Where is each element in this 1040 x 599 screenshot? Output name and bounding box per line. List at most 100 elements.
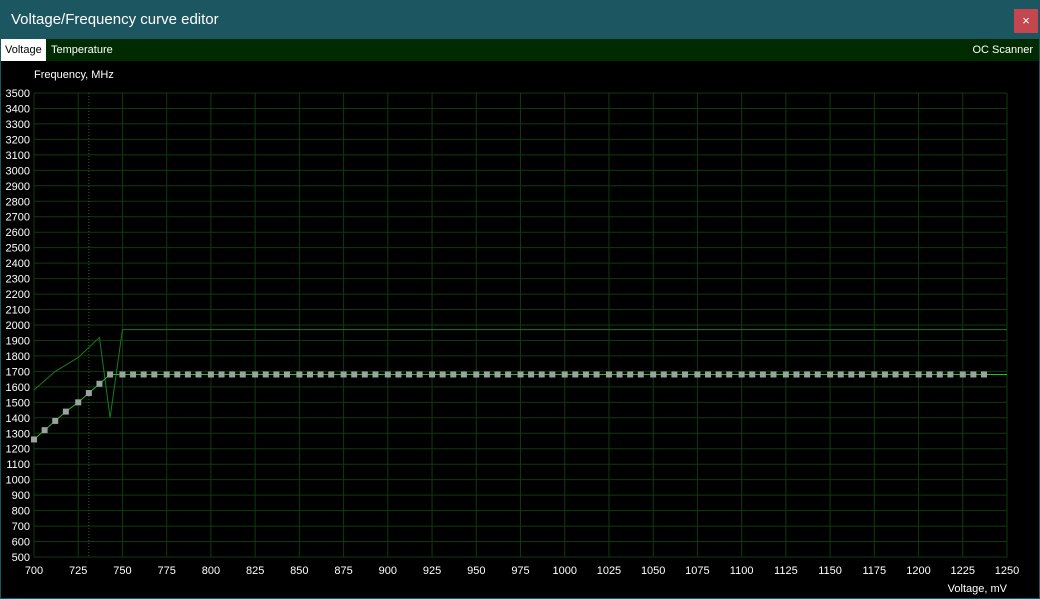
vf-curve-point[interactable] bbox=[793, 371, 800, 378]
vf-curve-point[interactable] bbox=[384, 371, 391, 378]
vf-curve-point[interactable] bbox=[637, 371, 644, 378]
oc-scanner-button[interactable]: OC Scanner bbox=[968, 39, 1037, 61]
vf-curve-point[interactable] bbox=[770, 371, 777, 378]
vf-curve-point[interactable] bbox=[749, 371, 756, 378]
vf-curve-point[interactable] bbox=[848, 371, 855, 378]
vf-curve-point[interactable] bbox=[627, 371, 634, 378]
vf-curve-point[interactable] bbox=[340, 371, 347, 378]
vf-curve-point[interactable] bbox=[494, 371, 501, 378]
vf-curve-point[interactable] bbox=[450, 371, 457, 378]
vf-curve-point[interactable] bbox=[682, 371, 689, 378]
vf-curve-point[interactable] bbox=[195, 371, 202, 378]
tab-temperature[interactable]: Temperature bbox=[47, 39, 117, 61]
vf-curve-editor-window: Voltage/Frequency curve editor × Voltage… bbox=[0, 0, 1040, 599]
vf-curve-point[interactable] bbox=[163, 371, 170, 378]
vf-curve-point[interactable] bbox=[140, 371, 147, 378]
vf-curve-point[interactable] bbox=[837, 371, 844, 378]
vf-curve-point[interactable] bbox=[915, 371, 922, 378]
vf-curve-point[interactable] bbox=[52, 417, 59, 424]
vf-curve-point[interactable] bbox=[416, 371, 423, 378]
vf-curve-point[interactable] bbox=[572, 371, 579, 378]
vf-curve-point[interactable] bbox=[351, 371, 358, 378]
vf-curve-point[interactable] bbox=[903, 371, 910, 378]
vf-curve-point[interactable] bbox=[218, 371, 225, 378]
vf-curve-point[interactable] bbox=[283, 371, 290, 378]
y-tick-label: 2700 bbox=[6, 212, 30, 224]
vf-curve-point[interactable] bbox=[252, 371, 259, 378]
vf-curve-point[interactable] bbox=[119, 371, 126, 378]
vf-curve-point[interactable] bbox=[881, 371, 888, 378]
vf-curve-point[interactable] bbox=[858, 371, 865, 378]
vf-curve-point[interactable] bbox=[759, 371, 766, 378]
vf-curve-point[interactable] bbox=[694, 371, 701, 378]
vf-curve-point[interactable] bbox=[483, 371, 490, 378]
vf-curve-point[interactable] bbox=[306, 371, 313, 378]
vf-curve-point[interactable] bbox=[538, 371, 545, 378]
vf-curve-point[interactable] bbox=[827, 371, 834, 378]
vf-curve-point[interactable] bbox=[549, 371, 556, 378]
vf-curve-point[interactable] bbox=[561, 371, 568, 378]
vf-curve-point[interactable] bbox=[31, 436, 37, 443]
tab-voltage[interactable]: Voltage bbox=[1, 39, 46, 61]
vf-curve-point[interactable] bbox=[892, 371, 899, 378]
vf-curve-point[interactable] bbox=[239, 371, 246, 378]
vf-curve-point[interactable] bbox=[372, 371, 379, 378]
vf-curve-point[interactable] bbox=[96, 380, 103, 387]
vf-curve-point[interactable] bbox=[517, 371, 524, 378]
x-tick-label: 1100 bbox=[730, 565, 754, 577]
vf-curve-point[interactable] bbox=[804, 371, 811, 378]
vf-curve-point[interactable] bbox=[671, 371, 678, 378]
vf-curve-point[interactable] bbox=[75, 399, 82, 406]
vf-curve-point[interactable] bbox=[151, 371, 158, 378]
vf-curve-point[interactable] bbox=[207, 371, 214, 378]
vf-curve-point[interactable] bbox=[130, 371, 137, 378]
vf-curve-point[interactable] bbox=[395, 371, 402, 378]
vf-curve-point[interactable] bbox=[184, 371, 191, 378]
vf-curve-point[interactable] bbox=[814, 371, 821, 378]
vf-curve-point[interactable] bbox=[593, 371, 600, 378]
y-tick-label: 500 bbox=[12, 552, 30, 564]
vf-curve-point[interactable] bbox=[926, 371, 933, 378]
vf-curve-point[interactable] bbox=[41, 427, 48, 434]
vf-curve-point[interactable] bbox=[505, 371, 512, 378]
x-tick-label: 700 bbox=[25, 565, 43, 577]
vf-curve-point[interactable] bbox=[328, 371, 335, 378]
vf-curve-point[interactable] bbox=[947, 371, 954, 378]
vf-curve-point[interactable] bbox=[582, 371, 589, 378]
vf-curve-point[interactable] bbox=[174, 371, 181, 378]
vf-curve-point[interactable] bbox=[871, 371, 878, 378]
vf-curve-point[interactable] bbox=[650, 371, 657, 378]
vf-curve-point[interactable] bbox=[273, 371, 280, 378]
vf-curve-point[interactable] bbox=[705, 371, 712, 378]
vf-curve-point[interactable] bbox=[660, 371, 667, 378]
vf-curve-point[interactable] bbox=[782, 371, 789, 378]
vf-curve-chart[interactable]: 500 600 700 800 900 1000 1100 1200 1300 1400 1500 1… bbox=[1, 61, 1039, 598]
vf-curve-point[interactable] bbox=[605, 371, 612, 378]
close-button[interactable]: × bbox=[1014, 9, 1038, 33]
vf-curve-point[interactable] bbox=[726, 371, 733, 378]
vf-curve-point[interactable] bbox=[317, 371, 324, 378]
vf-curve-point[interactable] bbox=[361, 371, 368, 378]
vf-curve-point[interactable] bbox=[85, 390, 92, 397]
vf-curve-point[interactable] bbox=[981, 371, 988, 378]
vf-curve-point[interactable] bbox=[738, 371, 745, 378]
vf-curve-point[interactable] bbox=[406, 371, 413, 378]
x-tick-label: 850 bbox=[290, 565, 308, 577]
vf-curve-point[interactable] bbox=[715, 371, 722, 378]
vf-curve-point[interactable] bbox=[429, 371, 436, 378]
x-tick-label: 775 bbox=[158, 565, 176, 577]
vf-curve-point[interactable] bbox=[439, 371, 446, 378]
vf-curve-point[interactable] bbox=[107, 371, 114, 378]
vf-curve-point[interactable] bbox=[528, 371, 535, 378]
vf-curve-point[interactable] bbox=[62, 408, 69, 415]
vf-curve-point[interactable] bbox=[616, 371, 623, 378]
vf-curve-point[interactable] bbox=[460, 371, 467, 378]
vf-curve-point[interactable] bbox=[296, 371, 303, 378]
vf-curve-point[interactable] bbox=[959, 371, 966, 378]
y-tick-label: 2000 bbox=[6, 320, 30, 332]
vf-curve-point[interactable] bbox=[936, 371, 943, 378]
vf-curve-point[interactable] bbox=[229, 371, 236, 378]
vf-curve-point[interactable] bbox=[970, 371, 977, 378]
vf-curve-point[interactable] bbox=[473, 371, 480, 378]
vf-curve-point[interactable] bbox=[262, 371, 269, 378]
